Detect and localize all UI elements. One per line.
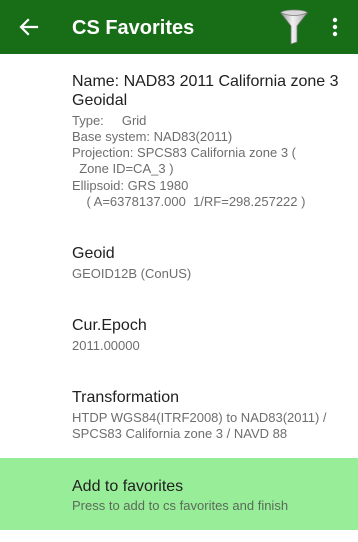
- geoid-label: Geoid: [72, 245, 115, 262]
- cs-details-item[interactable]: Name: NAD83 2011 California zone 3 Geoid…: [0, 60, 358, 220]
- cs-ellipsoid-line2: ( A=6378137.000 1/RF=298.257222 ): [72, 194, 306, 209]
- cs-base-system: Base system: NAD83(2011): [72, 129, 233, 144]
- add-to-favorites-button[interactable]: Add to favorites Press to add to cs favo…: [0, 458, 358, 530]
- cs-type: Type: Grid: [72, 113, 147, 128]
- cs-ellipsoid-line1: Ellipsoid: GRS 1980: [72, 178, 189, 193]
- arrow-left-icon: [19, 18, 39, 36]
- epoch-label: Cur.Epoch: [72, 317, 147, 334]
- page-title: CS Favorites: [72, 17, 195, 39]
- filter-button[interactable]: [274, 7, 314, 47]
- cs-name-line2: Geoidal: [72, 92, 128, 109]
- cs-projection-line2: Zone ID=CA_3 ): [72, 161, 174, 176]
- add-to-favorites-description: Press to add to cs favorites and finish: [72, 498, 289, 513]
- geoid-value: GEOID12B (ConUS): [72, 266, 192, 281]
- cs-projection-line1: Projection: SPCS83 California zone 3 (: [72, 145, 297, 160]
- epoch-value: 2011.00000: [72, 338, 140, 353]
- epoch-item[interactable]: Cur.Epoch 2011.00000: [0, 304, 358, 366]
- transformation-item[interactable]: Transformation HTDP WGS84(ITRF2008) to N…: [0, 376, 358, 454]
- geoid-item[interactable]: Geoid GEOID12B (ConUS): [0, 232, 358, 294]
- more-vertical-icon: [332, 17, 338, 37]
- overflow-menu-button[interactable]: [322, 9, 348, 45]
- back-button[interactable]: [10, 9, 48, 45]
- cs-name-line1: Name: NAD83 2011 California zone 3: [72, 73, 339, 90]
- transformation-value-line2: SPCS83 California zone 3 / NAVD 88: [72, 426, 288, 441]
- funnel-filter-icon: [280, 9, 308, 45]
- transformation-value-line1: HTDP WGS84(ITRF2008) to NAD83(2011) /: [72, 410, 327, 425]
- transformation-label: Transformation: [72, 389, 179, 406]
- app-bar: CS Favorites: [0, 0, 358, 54]
- add-to-favorites-label: Add to favorites: [72, 478, 184, 495]
